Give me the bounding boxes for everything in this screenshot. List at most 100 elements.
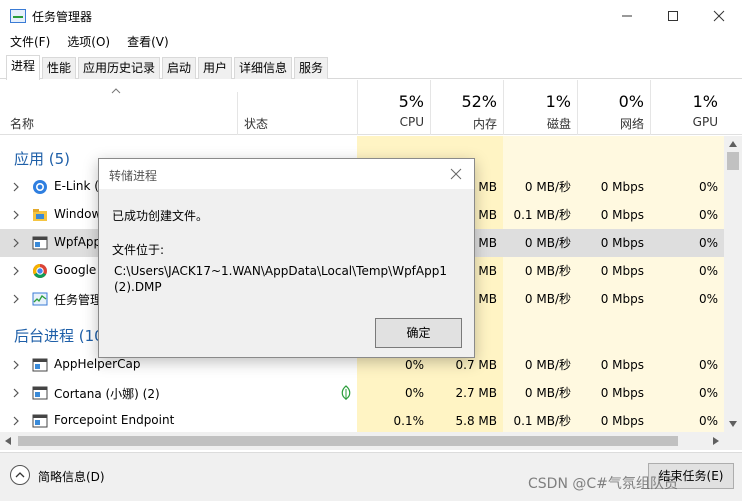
network-value: 0 Mbps: [600, 292, 644, 306]
column-disk[interactable]: 1% 磁盘: [503, 80, 577, 135]
gpu-value: 0%: [698, 180, 718, 194]
dialog-file-path: C:\Users\JACK17~1.WAN\AppData\Local\Temp…: [114, 264, 447, 294]
app-window-icon: [32, 236, 48, 250]
horizontal-scrollbar[interactable]: [0, 432, 742, 450]
network-value: 0 Mbps: [600, 414, 644, 428]
table-row[interactable]: Cortana (小娜) (2) 0% 2.7 MB 0 MB/秒 0 Mbps…: [0, 379, 724, 407]
gpu-value: 0%: [698, 414, 718, 428]
column-status[interactable]: 状态: [244, 115, 268, 132]
window-title: 任务管理器: [32, 10, 93, 24]
tab-details[interactable]: 详细信息: [234, 57, 292, 79]
disk-value: 0.1 MB/秒: [513, 208, 571, 222]
cpu-label: CPU: [399, 115, 424, 129]
chevron-right-icon[interactable]: [12, 388, 20, 398]
disk-value: 0 MB/秒: [524, 358, 571, 372]
chevron-right-icon[interactable]: [12, 266, 20, 276]
memory-total: 52%: [461, 92, 497, 111]
disk-label: 磁盘: [546, 117, 571, 131]
disk-value: 0 MB/秒: [524, 386, 571, 400]
watermark: CSDN @C#气氛组队员: [528, 476, 678, 492]
chevron-up-icon: [15, 472, 25, 478]
disk-value: 0 MB/秒: [524, 264, 571, 278]
tab-services[interactable]: 服务: [294, 57, 328, 79]
scroll-down-icon[interactable]: [728, 420, 738, 428]
process-name: Window: [54, 207, 102, 221]
disk-value: 0 MB/秒: [524, 236, 571, 250]
menu-bar: 文件(F) 选项(O) 查看(V): [0, 32, 176, 52]
column-network[interactable]: 0% 网络: [577, 80, 650, 135]
menu-file[interactable]: 文件(F): [0, 32, 57, 52]
chevron-right-icon[interactable]: [12, 210, 20, 220]
tab-processes[interactable]: 进程: [6, 55, 40, 80]
ok-button[interactable]: 确定: [375, 318, 462, 348]
app-window-icon: [32, 414, 48, 428]
disk-value: 0 MB/秒: [524, 180, 571, 194]
menu-options[interactable]: 选项(O): [57, 32, 117, 52]
tab-app-history[interactable]: 应用历史记录: [78, 57, 160, 79]
chevron-right-icon[interactable]: [12, 416, 20, 426]
footer-bar: 简略信息(D) 结束任务(E) CSDN @C#气氛组队员: [0, 452, 742, 501]
scroll-left-icon[interactable]: [4, 437, 12, 445]
memory-label: 内存: [472, 117, 497, 131]
vertical-scroll-thumb[interactable]: [727, 152, 739, 170]
scroll-right-icon[interactable]: [712, 437, 720, 445]
close-button[interactable]: [696, 0, 742, 32]
dialog-body: 已成功创建文件。 文件位于: C:\Users\JACK17~1.WAN\App…: [99, 189, 474, 357]
task-manager-app-icon: [10, 9, 26, 23]
chevron-right-icon[interactable]: [12, 294, 20, 304]
fewer-details-link[interactable]: 简略信息(D): [38, 468, 105, 485]
horizontal-scroll-thumb[interactable]: [18, 436, 678, 446]
gpu-value: 0%: [698, 264, 718, 278]
maximize-icon: [668, 11, 678, 21]
tab-users[interactable]: 用户: [198, 57, 232, 79]
tab-performance[interactable]: 性能: [42, 57, 76, 79]
chrome-icon: [33, 264, 47, 278]
gpu-value: 0%: [698, 386, 718, 400]
dialog-close-icon[interactable]: [449, 167, 463, 181]
column-gpu[interactable]: 1% GPU: [650, 80, 724, 135]
group-background: 后台进程 (10): [14, 327, 110, 345]
network-value: 0 Mbps: [600, 236, 644, 250]
scroll-up-icon[interactable]: [728, 140, 738, 148]
chevron-right-icon[interactable]: [12, 360, 20, 370]
app-window-icon: [32, 386, 48, 400]
cpu-total: 5%: [398, 92, 424, 111]
app-window-icon: [32, 358, 48, 372]
column-divider: [237, 92, 238, 135]
column-name[interactable]: 名称: [10, 115, 34, 132]
process-name: E-Link (: [54, 179, 99, 193]
close-icon: [713, 10, 725, 22]
chevron-right-icon[interactable]: [12, 182, 20, 192]
tab-bar: 进程 性能 应用历史记录 启动 用户 详细信息 服务: [0, 55, 742, 80]
network-value: 0 Mbps: [600, 386, 644, 400]
maximize-button[interactable]: [650, 0, 696, 32]
process-name: AppHelperCap: [54, 357, 141, 371]
task-manager-icon: [32, 292, 48, 306]
table-row[interactable]: Forcepoint Endpoint 0.1% 5.8 MB 0.1 MB/秒…: [0, 407, 724, 432]
column-cpu[interactable]: 5% CPU: [357, 80, 430, 135]
gpu-total: 1%: [692, 92, 718, 111]
efficiency-leaf-icon: [341, 385, 351, 400]
column-header: 名称 状态 5% CPU 52% 内存 1% 磁盘 0% 网络 1% GPU: [0, 80, 742, 135]
dialog-title-bar: 转储进程: [99, 159, 474, 189]
vertical-scrollbar[interactable]: [724, 136, 742, 432]
tab-startup[interactable]: 启动: [162, 57, 196, 79]
dialog-message: 已成功创建文件。: [112, 209, 209, 223]
process-name: Cortana (小娜) (2): [54, 387, 160, 401]
disk-total: 1%: [545, 92, 571, 111]
menu-view[interactable]: 查看(V): [117, 32, 176, 52]
gpu-value: 0%: [698, 236, 718, 250]
minimize-button[interactable]: [604, 0, 650, 32]
fewer-details-toggle[interactable]: [10, 465, 30, 485]
elink-icon: [33, 180, 47, 194]
disk-value: 0 MB/秒: [524, 292, 571, 306]
memory-value: 5.8 MB: [455, 414, 497, 428]
gpu-label: GPU: [692, 115, 718, 129]
memory-value: 2.7 MB: [455, 386, 497, 400]
network-value: 0 Mbps: [600, 180, 644, 194]
cpu-value: 0.1%: [393, 414, 425, 428]
chevron-right-icon[interactable]: [12, 238, 20, 248]
column-memory[interactable]: 52% 内存: [430, 80, 503, 135]
process-name: Google: [54, 263, 97, 277]
disk-value: 0.1 MB/秒: [513, 414, 571, 428]
